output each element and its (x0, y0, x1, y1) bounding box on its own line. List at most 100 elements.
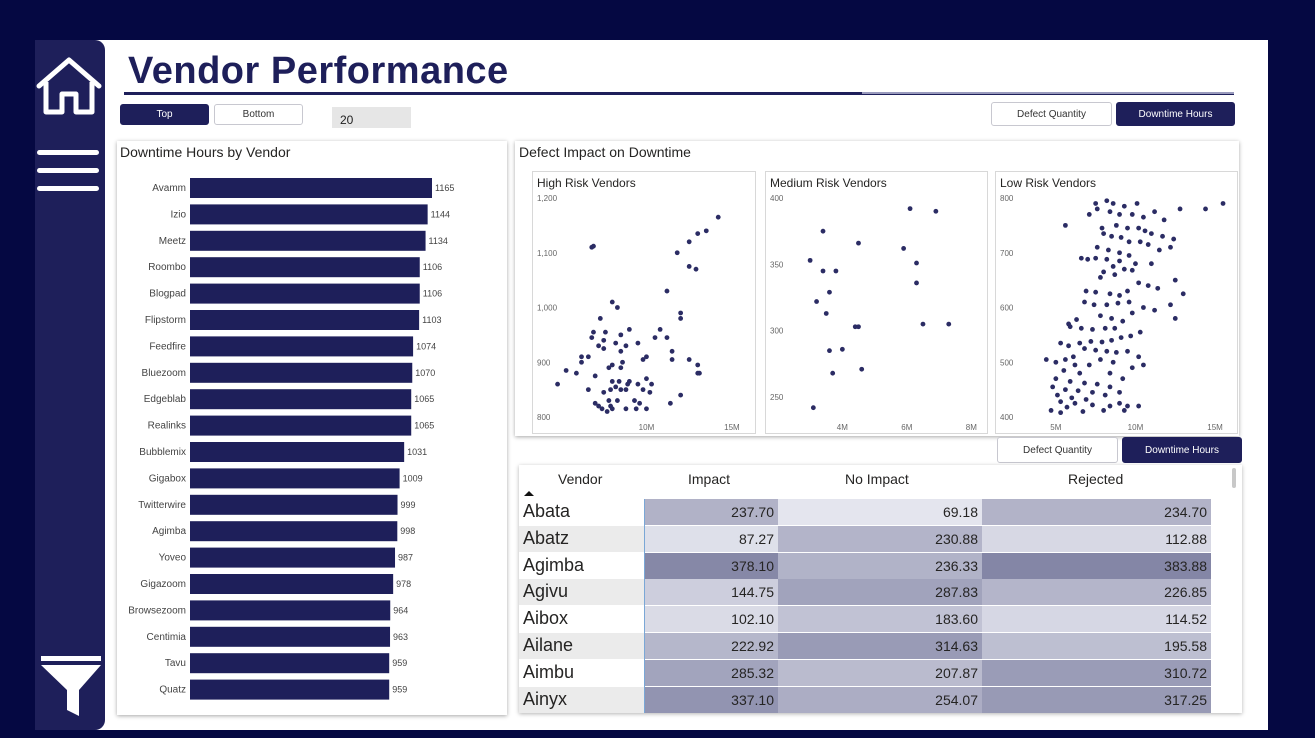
scatter-point[interactable] (1220, 201, 1226, 206)
scatter-point[interactable] (1112, 272, 1118, 278)
hamburger-menu-icon[interactable] (37, 144, 101, 196)
scatter-point[interactable] (1064, 404, 1070, 410)
scatter-point[interactable] (1129, 267, 1135, 273)
scatter-point[interactable] (1126, 239, 1132, 245)
scatter-point[interactable] (1156, 247, 1162, 253)
scatter-point[interactable] (1125, 288, 1130, 294)
scatter-point[interactable] (1120, 376, 1126, 382)
scatter-point[interactable] (1098, 274, 1103, 280)
bar-meetz[interactable] (190, 230, 426, 251)
bar-gigazoom[interactable] (190, 574, 394, 594)
bar-avamm[interactable] (190, 178, 432, 198)
scatter-point[interactable] (814, 299, 819, 304)
scatter-point[interactable] (1077, 370, 1083, 376)
scatter-point[interactable] (609, 379, 615, 384)
scatter-point[interactable] (1083, 397, 1089, 402)
scatter-point[interactable] (933, 208, 939, 214)
scatter-point[interactable] (686, 239, 692, 245)
scatter-point[interactable] (616, 379, 622, 384)
bar-edgeblab[interactable] (190, 389, 412, 410)
bar-quatz[interactable] (190, 679, 390, 700)
scatter-point[interactable] (901, 246, 907, 251)
scatter-point[interactable] (640, 387, 646, 393)
scatter-point[interactable] (623, 387, 629, 393)
scatter-point[interactable] (635, 340, 641, 346)
scatter-point[interactable] (1093, 255, 1099, 261)
defect-quantity-button[interactable]: Defect Quantity (991, 102, 1112, 126)
scatter-point[interactable] (632, 398, 637, 403)
scatter-point[interactable] (1117, 250, 1122, 256)
scatter-point[interactable] (579, 359, 584, 365)
scatter-point[interactable] (1125, 348, 1130, 354)
scatter-point[interactable] (1117, 258, 1122, 264)
scatter-point[interactable] (1067, 379, 1073, 384)
scatter-point[interactable] (1117, 212, 1122, 217)
scatter-point[interactable] (1129, 365, 1135, 371)
scatter-point[interactable] (652, 335, 658, 341)
scatter-point[interactable] (555, 381, 560, 387)
scatter-point[interactable] (946, 321, 952, 327)
sort-ascending-icon[interactable] (523, 489, 535, 497)
scatter-point[interactable] (856, 240, 861, 246)
scatter-point[interactable] (678, 316, 684, 321)
scatter-point[interactable] (695, 231, 701, 236)
col-header-impact[interactable]: Impact (688, 471, 730, 487)
scatter-point[interactable] (1136, 225, 1142, 231)
scatter-point[interactable] (1148, 261, 1154, 267)
scatter-point[interactable] (623, 343, 629, 349)
scatter-point[interactable] (1090, 327, 1095, 332)
scatter-point[interactable] (563, 368, 569, 373)
scatter-point[interactable] (1105, 247, 1111, 253)
scatter-point[interactable] (1133, 261, 1138, 267)
scatter-point[interactable] (1118, 235, 1124, 240)
scatter-point[interactable] (1102, 325, 1108, 331)
scatter-point[interactable] (1050, 384, 1056, 390)
scatter-point[interactable] (613, 384, 619, 390)
scatter-point[interactable] (686, 264, 692, 269)
scatter-point[interactable] (1099, 339, 1105, 345)
scatter-point[interactable] (914, 280, 919, 286)
scatter-point[interactable] (1172, 277, 1178, 283)
scatter-point[interactable] (827, 348, 832, 354)
scatter-point[interactable] (649, 381, 654, 387)
scatter-point[interactable] (1058, 399, 1064, 405)
scatter-point[interactable] (1128, 333, 1134, 339)
scatter-point[interactable] (1058, 410, 1064, 416)
bar-izio[interactable] (190, 204, 428, 225)
scatter-point[interactable] (664, 288, 670, 294)
scatter-point[interactable] (1117, 389, 1122, 395)
scatter-point[interactable] (1066, 343, 1071, 349)
scatter-point[interactable] (1088, 339, 1094, 344)
scatter-point[interactable] (1070, 354, 1076, 360)
scatter-point[interactable] (592, 400, 598, 406)
scatter-point[interactable] (1117, 293, 1122, 298)
scatter-point[interactable] (1107, 370, 1113, 376)
scatter-point[interactable] (807, 257, 813, 263)
scatter-point[interactable] (1053, 376, 1059, 382)
scatter-point[interactable] (618, 348, 624, 354)
scatter-point[interactable] (1086, 212, 1092, 217)
scatter-point[interactable] (1126, 253, 1132, 258)
scatter-point[interactable] (601, 337, 607, 343)
col-header-vendor[interactable]: Vendor (558, 471, 602, 487)
scatter-point[interactable] (1118, 335, 1124, 341)
scatter-point[interactable] (1137, 329, 1143, 335)
scatter-point[interactable] (1136, 403, 1142, 409)
scatter-point[interactable] (1082, 380, 1087, 386)
scatter-point[interactable] (1142, 228, 1148, 234)
scatter-point[interactable] (596, 343, 601, 349)
scatter-point[interactable] (1077, 340, 1083, 346)
scatter-point[interactable] (856, 324, 861, 330)
scatter-point[interactable] (1074, 317, 1079, 322)
col-header-rejected[interactable]: Rejected (1068, 471, 1123, 487)
scatter-point[interactable] (1078, 325, 1084, 331)
scatter-point[interactable] (1063, 387, 1068, 393)
scatter-point[interactable] (1177, 206, 1183, 212)
bar-browsezoom[interactable] (190, 600, 391, 621)
scatter-point[interactable] (1145, 242, 1151, 247)
scatter-point[interactable] (625, 381, 631, 387)
scatter-point[interactable] (1053, 359, 1059, 365)
scatter-point[interactable] (1126, 299, 1132, 305)
scatter-point[interactable] (1141, 362, 1146, 368)
scatter-point[interactable] (1072, 362, 1078, 368)
